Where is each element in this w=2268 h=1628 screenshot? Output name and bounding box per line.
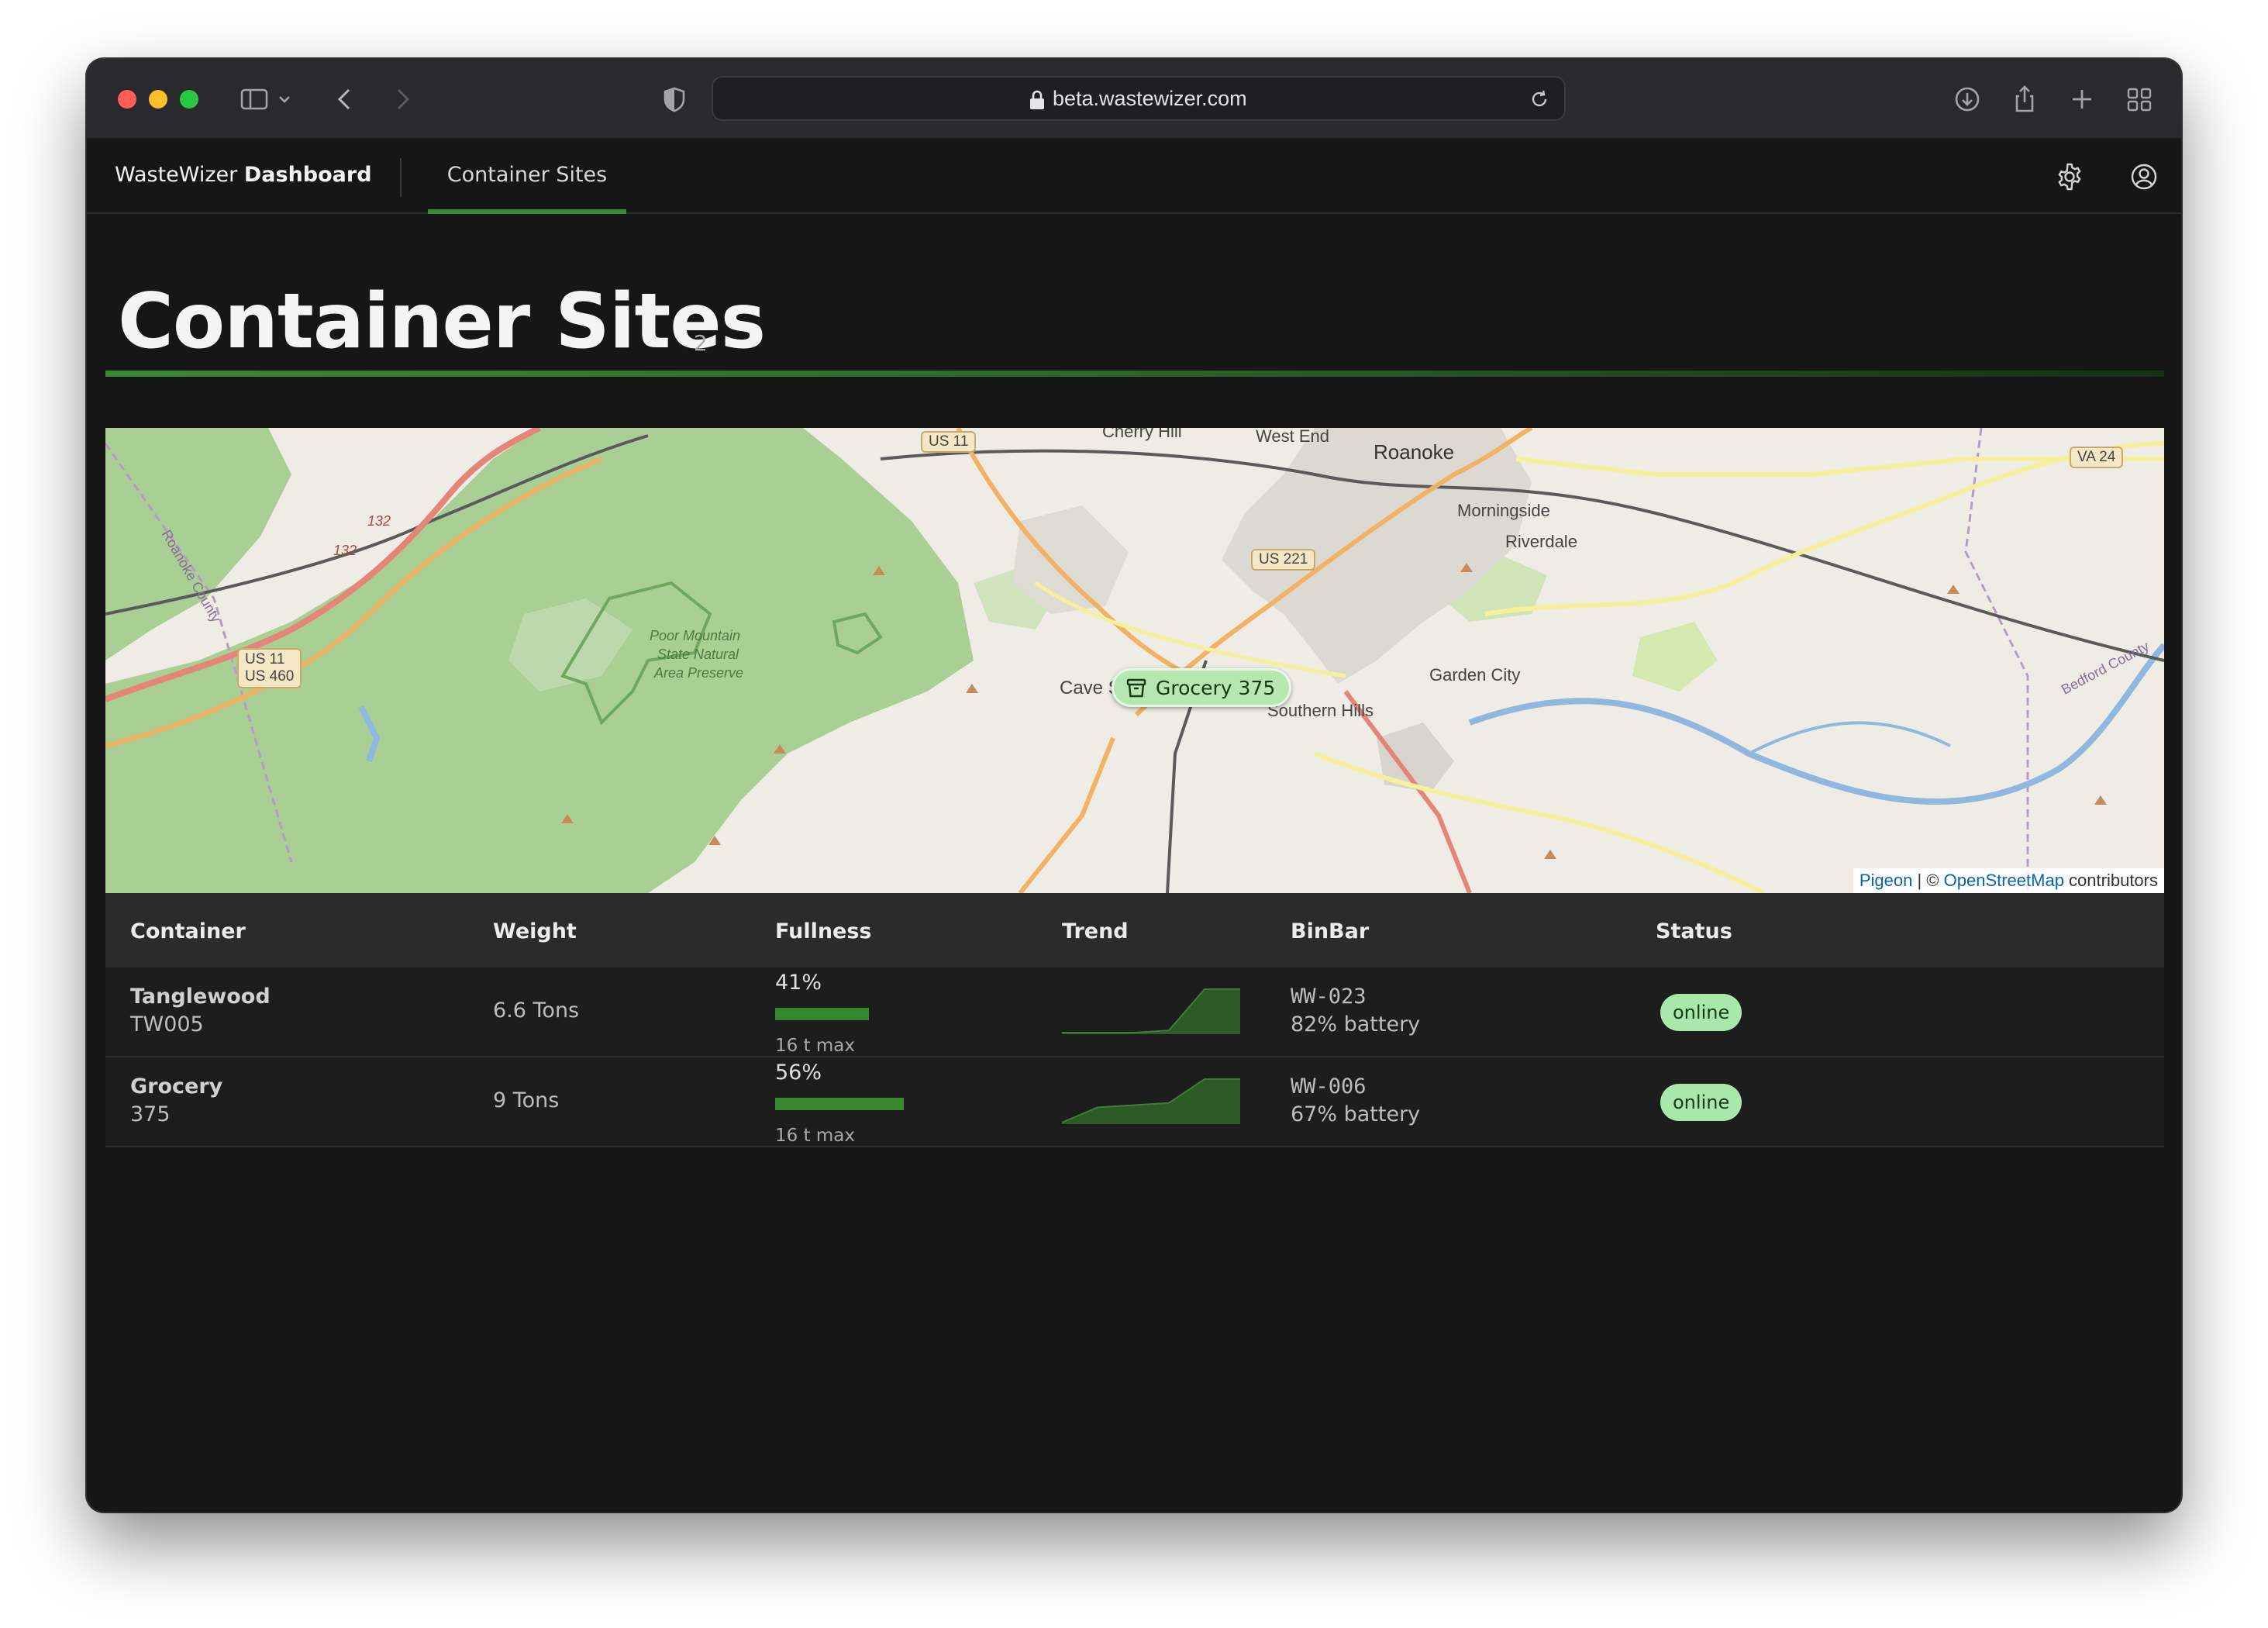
shield-privacy-icon[interactable] [657,82,691,116]
marker-label: Grocery 375 [1156,676,1276,699]
user-account-icon[interactable] [2127,160,2161,194]
column-header-container[interactable]: Container [130,919,246,943]
browser-toolbar: beta.wastewizer.com [87,59,2181,140]
app-brand[interactable]: WasteWizer Dashboard [115,163,372,187]
column-header-weight[interactable]: Weight [493,919,577,943]
container-weight: 9 Tons [493,1088,560,1112]
shield-us11-us460: US 11 US 460 [237,648,302,688]
map-label-southern-hills: Southern Hills [1267,701,1374,720]
map-label-garden-city: Garden City [1429,665,1521,685]
back-arrow-icon[interactable] [329,82,363,116]
trend-sparkline [1062,1078,1240,1124]
zoom-window-button[interactable] [180,90,198,109]
map-label-west-end: West End [1256,428,1329,446]
shield-us460-left: US 460 [245,668,295,685]
sidebar-toggle-icon[interactable] [237,82,271,116]
binbar-id: WW-006 [1291,1074,1367,1099]
column-header-status[interactable]: Status [1656,919,1732,943]
container-table: Container Weight Fullness Trend BinBar S… [105,893,2164,1147]
address-bar[interactable]: beta.wastewizer.com [712,76,1566,121]
chevron-down-icon[interactable] [273,82,296,116]
minimize-window-button[interactable] [149,90,167,109]
column-header-fullness[interactable]: Fullness [775,919,872,943]
lock-icon [1030,90,1044,109]
container-name[interactable]: Grocery [130,1074,222,1099]
column-header-trend[interactable]: Trend [1062,919,1129,943]
new-tab-plus-icon[interactable] [2065,82,2099,116]
map-label-area-preserve: Area Preserve [654,665,744,681]
attribution-pigeon-link[interactable]: Pigeon [1860,871,1913,890]
app-navbar: WasteWizer Dashboard Container Sites [87,140,2181,214]
binbar-battery: 82% battery [1291,1012,1421,1036]
tab-overview-icon[interactable] [2122,82,2156,116]
download-icon[interactable] [1950,82,1984,116]
brand-name: WasteWizer [115,163,238,187]
map-tiles [105,428,2164,893]
browser-window: beta.wastewizer.com WasteWizer Dashboard… [87,59,2181,1512]
nav-divider [400,158,402,197]
page-title: Container Sites [118,278,766,366]
attribution-separator: | © [1912,871,1944,890]
shield-us11-top: US 11 [921,431,977,453]
attribution-suffix: contributors [2063,871,2158,890]
status-badge: online [1660,1084,1742,1121]
shield-us11-left: US 11 [245,651,285,667]
fullness-bar-fill [775,1008,869,1020]
trend-sparkline [1062,988,1240,1034]
container-bin-icon [1126,678,1146,698]
title-underline [105,371,2164,377]
map-label-morningside: Morningside [1457,501,1550,520]
forward-arrow-icon[interactable] [384,82,419,116]
fullness-bar [775,1008,930,1020]
table-header: Container Weight Fullness Trend BinBar S… [105,893,2164,967]
reload-icon[interactable] [1527,87,1552,112]
map-label-poor-mountain: Poor Mountain [650,628,741,643]
brand-dashboard: Dashboard [243,163,372,187]
map-attribution: Pigeon | © OpenStreetMap contributors [1853,868,2164,893]
container-name[interactable]: Tanglewood [130,985,271,1009]
fullness-percent: 56% [775,1061,822,1085]
map-label-route-132a: 132 [367,513,391,529]
map-label-route-132b: 132 [333,543,357,558]
map-label-riverdale: Riverdale [1505,532,1577,551]
url-text: beta.wastewizer.com [1053,87,1247,110]
table-row[interactable]: Grocery 375 9 Tons 56% 16 t max WW-006 6… [105,1057,2164,1147]
gear-icon[interactable] [2053,160,2087,194]
table-row[interactable]: Tanglewood TW005 6.6 Tons 41% 16 t max W… [105,967,2164,1057]
column-header-binbar[interactable]: BinBar [1291,919,1369,943]
fullness-max: 16 t max [775,1126,856,1146]
fullness-bar-fill [775,1098,904,1110]
container-code: TW005 [130,1012,204,1036]
sites-map[interactable]: Cherry Hill West End Roanoke Morningside… [105,428,2164,893]
attribution-osm-link[interactable]: OpenStreetMap [1944,871,2064,890]
shield-va24: VA 24 [2070,447,2124,468]
fullness-bar [775,1098,930,1110]
map-label-roanoke: Roanoke [1374,440,1455,464]
container-code: 375 [130,1102,171,1126]
shield-us221: US 221 [1251,549,1316,571]
fullness-max: 16 t max [775,1036,856,1056]
binbar-id: WW-023 [1291,985,1367,1009]
site-count: 2 [694,330,708,356]
map-label-state-natural: State Natural [657,647,739,662]
status-badge: online [1660,994,1742,1031]
fullness-percent: 41% [775,971,822,995]
container-weight: 6.6 Tons [493,999,580,1023]
map-label-cherry-hill: Cherry Hill [1102,428,1182,441]
binbar-battery: 67% battery [1291,1102,1421,1126]
share-icon[interactable] [2008,82,2042,116]
map-marker-grocery-375[interactable]: Grocery 375 [1112,668,1292,707]
tab-container-sites[interactable]: Container Sites [428,140,626,214]
close-window-button[interactable] [118,90,136,109]
